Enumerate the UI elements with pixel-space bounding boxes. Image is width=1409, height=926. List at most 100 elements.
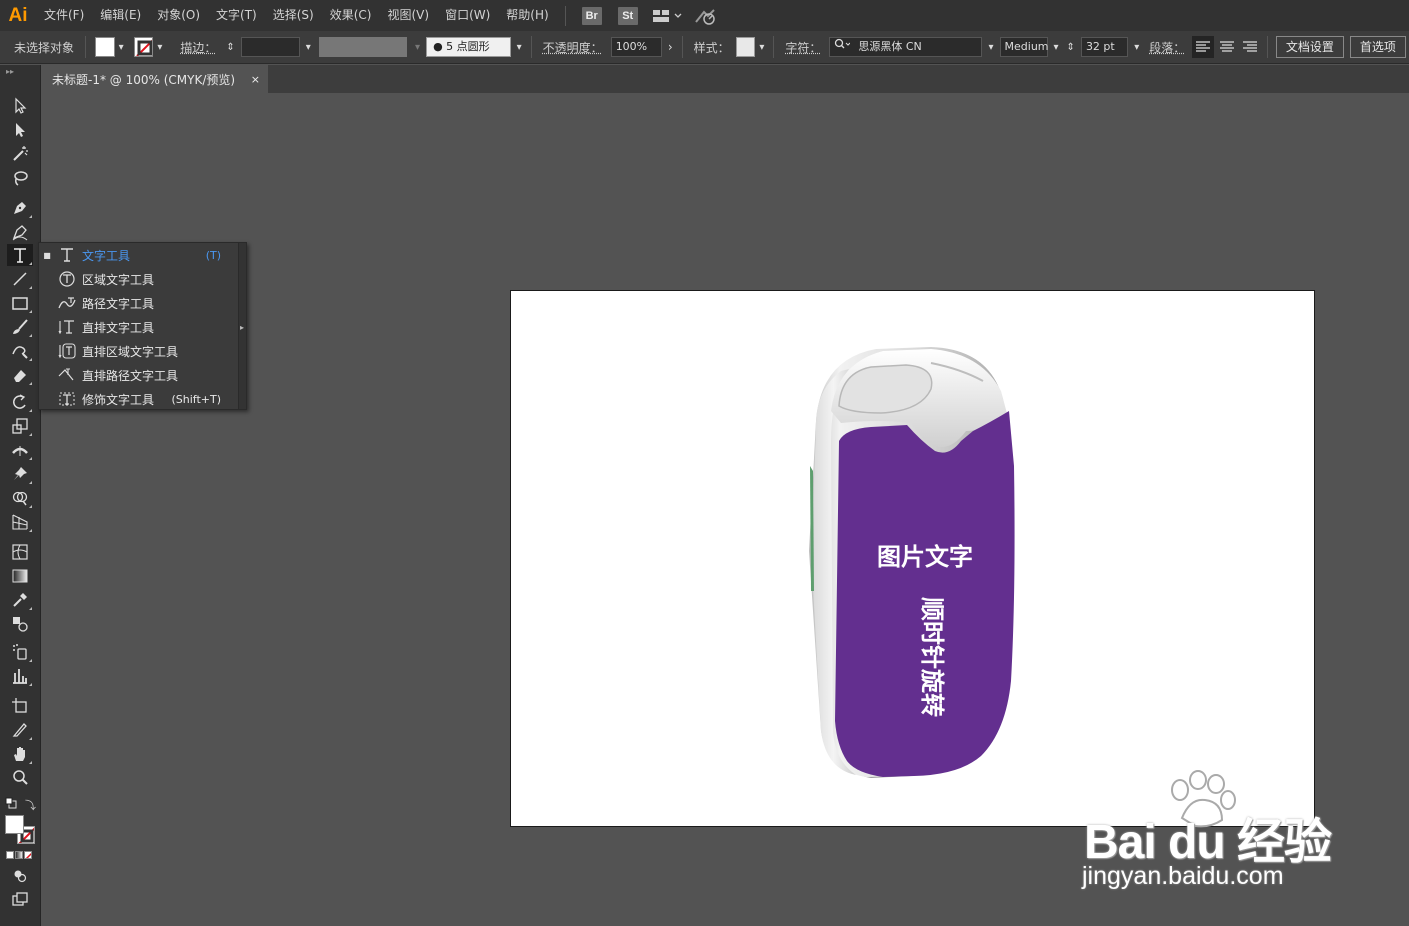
brush-definition[interactable]: ● 5 点圆形 [426,37,511,57]
puppet-warp-tool[interactable] [7,463,33,485]
stroke-weight-dropdown-icon[interactable]: ▾ [306,42,311,53]
rectangle-tool[interactable] [7,292,33,314]
artboard-tool[interactable] [7,695,33,717]
close-icon[interactable]: × [251,73,260,86]
menu-help[interactable]: 帮助(H) [498,0,556,31]
panel-collapse-icon[interactable]: ▸▸ [6,67,14,76]
fill-dropdown-icon[interactable]: ▾ [119,42,124,53]
menu-object[interactable]: 对象(O) [149,0,208,31]
column-graph-tool[interactable] [7,665,33,687]
font-size-stepper-icon[interactable]: ⇕ [1067,42,1075,53]
rotate-tool[interactable] [7,391,33,413]
flyout-type-tool[interactable]: ■ 文字工具 (T) [39,243,239,267]
none-mode-icon[interactable] [24,851,32,859]
graphic-style-swatch[interactable] [735,37,756,57]
zoom-tool[interactable] [7,767,33,789]
selection-tool[interactable] [7,95,33,117]
font-family-field[interactable]: 思源黑体 CN [829,37,983,57]
bottle-illustration[interactable]: 图片文字 顺时针旋转 [511,291,1316,828]
flyout-touch-type-tool[interactable]: 修饰文字工具 (Shift+T) [39,387,239,411]
artboard[interactable]: 图片文字 顺时针旋转 [510,290,1315,827]
flyout-tearoff-strip[interactable]: ▸ [238,243,246,409]
perspective-grid-tool[interactable] [7,511,33,533]
flyout-vertical-area-type-tool[interactable]: 直排区域文字工具 [39,339,239,363]
stroke-label[interactable]: 描边： [180,39,216,56]
curvature-tool[interactable] [7,221,33,243]
screen-mode-tool[interactable] [7,889,33,911]
divider [773,36,775,58]
menu-effect[interactable]: 效果(C) [322,0,380,31]
fill-swatch-white[interactable] [5,815,24,834]
gradient-tool[interactable] [7,565,33,587]
stroke-weight-field[interactable] [240,37,300,57]
variable-width-profile[interactable] [318,37,408,57]
menu-view[interactable]: 视图(V) [379,0,437,31]
stroke-dropdown-icon[interactable]: ▾ [157,42,162,53]
align-right-button[interactable] [1239,36,1261,58]
scale-tool[interactable] [7,415,33,437]
flyout-vertical-type-tool[interactable]: 直排文字工具 [39,315,239,339]
shaper-tool[interactable] [7,340,33,362]
pen-tool[interactable] [7,197,33,219]
menu-file[interactable]: 文件(F) [36,0,92,31]
align-center-button[interactable] [1216,36,1238,58]
brush-dropdown-icon[interactable]: ▾ [517,42,522,53]
flyout-area-type-tool[interactable]: 区域文字工具 [39,267,239,291]
blend-tool[interactable] [7,613,33,635]
stroke-weight-stepper-icon[interactable]: ⇕ [226,42,234,53]
opacity-field[interactable]: 100% [610,37,662,57]
document-setup-button[interactable]: 文档设置 [1275,36,1344,58]
color-mode-icon[interactable] [6,851,14,859]
gradient-mode-icon[interactable] [15,851,23,859]
hand-tool[interactable] [7,743,33,765]
bridge-button[interactable]: Br [581,6,602,25]
mesh-tool[interactable] [7,541,33,563]
swap-fill-stroke-icon[interactable]: ⤵ [25,797,36,813]
color-mode-buttons[interactable] [6,851,36,861]
type-tool[interactable] [7,244,33,266]
menu-window[interactable]: 窗口(W) [437,0,498,31]
font-style-field[interactable]: Medium [999,37,1049,57]
font-size-dropdown-icon[interactable]: ▾ [1134,42,1139,53]
direct-selection-tool[interactable] [7,119,33,141]
flyout-vertical-type-on-path-tool[interactable]: 直排路径文字工具 [39,363,239,387]
align-left-button[interactable] [1192,36,1214,58]
preferences-button[interactable]: 首选项 [1349,36,1406,58]
gpu-performance-icon[interactable] [694,7,718,25]
font-family-dropdown-icon[interactable]: ▾ [988,42,993,53]
paintbrush-tool[interactable] [7,316,33,338]
opacity-label[interactable]: 不透明度： [543,39,603,56]
paragraph-label[interactable]: 段落： [1149,39,1185,56]
lasso-tool[interactable] [7,167,33,189]
shape-builder-tool[interactable] [7,487,33,509]
opacity-arrow-icon[interactable]: › [668,40,673,54]
style-dropdown-icon[interactable]: ▾ [759,42,764,53]
stock-button[interactable]: St [617,6,638,25]
tearoff-arrow-icon: ▸ [239,323,244,332]
font-style-dropdown-icon[interactable]: ▾ [1054,42,1059,53]
font-size-field[interactable]: 32 pt [1080,37,1129,57]
menu-type[interactable]: 文字(T) [208,0,265,31]
eraser-tool[interactable] [7,364,33,386]
menu-select[interactable]: 选择(S) [265,0,322,31]
character-label[interactable]: 字符： [785,39,821,56]
width-tool[interactable] [7,439,33,461]
magic-wand-tool[interactable] [7,143,33,165]
eyedropper-tool[interactable] [7,589,33,611]
line-segment-tool[interactable] [7,268,33,290]
fill-stroke-swatches[interactable] [5,815,37,845]
align-left-icon [1196,41,1211,52]
stroke-swatch[interactable] [133,37,154,57]
workspace-layout-icon[interactable] [652,9,682,23]
menu-edit[interactable]: 编辑(E) [92,0,149,31]
default-fill-stroke-icon[interactable] [5,797,17,809]
flyout-item-label: 区域文字工具 [82,272,155,287]
slice-tool[interactable] [7,719,33,741]
symbol-sprayer-tool[interactable] [7,641,33,663]
flyout-type-on-path-tool[interactable]: 路径文字工具 [39,291,239,315]
drawing-mode-tool[interactable] [7,865,33,887]
document-tab[interactable]: 未标题-1* @ 100% (CMYK/预览) × [42,65,268,93]
profile-dropdown-icon[interactable]: ▾ [415,42,420,53]
fill-swatch[interactable] [95,37,115,57]
gradient-icon [12,569,28,583]
